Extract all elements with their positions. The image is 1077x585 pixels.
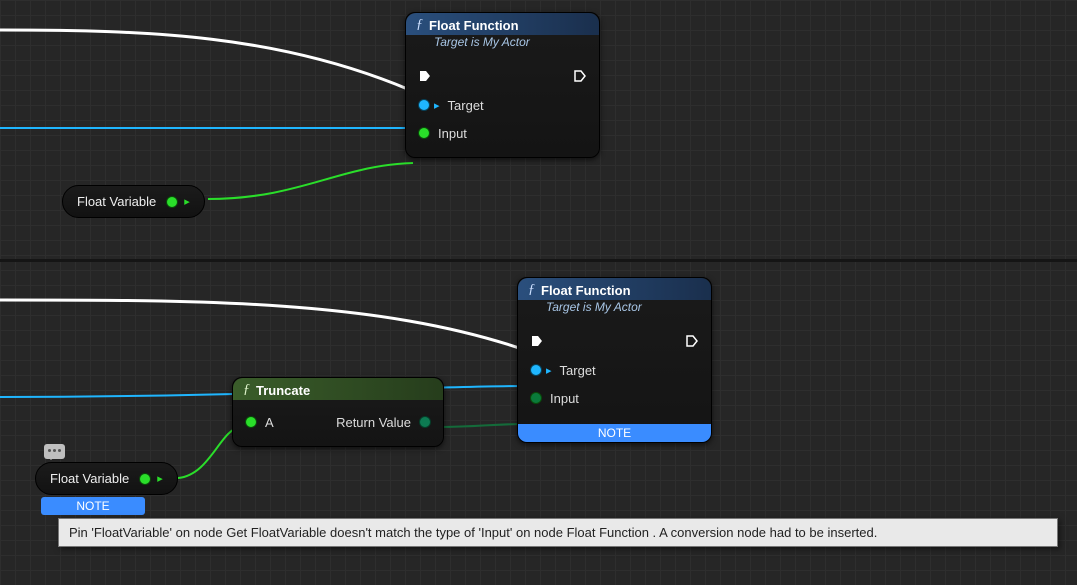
node-float-variable-top[interactable]: Float Variable ▸ (62, 185, 205, 218)
output-arrow-icon: ▸ (157, 472, 163, 485)
pin-label: Input (550, 391, 579, 406)
target-pin[interactable] (530, 364, 542, 376)
object-arrow-icon: ▸ (434, 99, 440, 112)
pin-label: A (265, 415, 274, 430)
output-pin[interactable] (166, 196, 178, 208)
comment-bubble-icon[interactable] (44, 444, 65, 459)
a-pin[interactable] (245, 416, 257, 428)
panel-divider (0, 259, 1077, 262)
node-subtitle: Target is My Actor (406, 35, 599, 55)
note-bar[interactable]: NOTE (518, 424, 711, 442)
input-pin[interactable] (530, 392, 542, 404)
node-subtitle: Target is My Actor (518, 300, 711, 320)
node-float-variable-bottom[interactable]: Float Variable ▸ NOTE (35, 462, 178, 515)
exec-pin-out[interactable] (685, 334, 699, 351)
node-float-function-top[interactable]: ƒ Float Function Target is My Actor ▸ Ta… (405, 12, 600, 158)
node-truncate[interactable]: ƒ Truncate A Return Value (232, 377, 444, 447)
output-pin[interactable] (139, 473, 151, 485)
node-float-function-bottom[interactable]: ƒ Float Function Target is My Actor ▸ Ta… (517, 277, 712, 443)
node-header[interactable]: ƒ Float Function (406, 13, 599, 35)
tooltip: Pin 'FloatVariable' on node Get FloatVar… (58, 518, 1058, 547)
input-pin[interactable] (418, 127, 430, 139)
object-arrow-icon: ▸ (546, 364, 552, 377)
exec-pin-in[interactable] (418, 69, 432, 86)
pin-label: Target (448, 98, 484, 113)
pin-label: Return Value (336, 415, 411, 430)
node-header[interactable]: ƒ Truncate (233, 378, 443, 400)
function-icon: ƒ (243, 382, 250, 398)
node-title: Truncate (256, 383, 310, 398)
node-title: Float Function (541, 283, 631, 298)
return-pin[interactable] (419, 416, 431, 428)
exec-pin-in[interactable] (530, 334, 544, 351)
pin-label: Target (560, 363, 596, 378)
variable-label: Float Variable (50, 471, 129, 486)
target-pin[interactable] (418, 99, 430, 111)
output-arrow-icon: ▸ (184, 195, 190, 208)
function-icon: ƒ (528, 282, 535, 298)
node-header[interactable]: ƒ Float Function (518, 278, 711, 300)
variable-label: Float Variable (77, 194, 156, 209)
node-title: Float Function (429, 18, 519, 33)
tooltip-text: Pin 'FloatVariable' on node Get FloatVar… (69, 525, 877, 540)
pin-label: Input (438, 126, 467, 141)
exec-pin-out[interactable] (573, 69, 587, 86)
note-bar[interactable]: NOTE (41, 497, 145, 515)
function-icon: ƒ (416, 17, 423, 33)
